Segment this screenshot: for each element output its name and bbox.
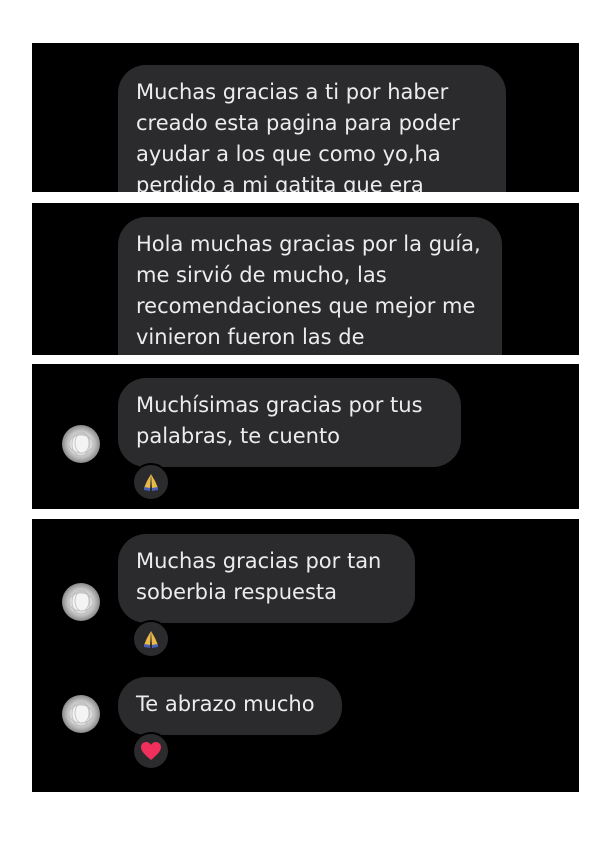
- avatar-scribble-icon: [66, 701, 94, 727]
- avatar[interactable]: [62, 583, 100, 621]
- avatar-scribble-icon: [66, 431, 94, 457]
- reaction-badge[interactable]: [132, 620, 170, 658]
- folded-hands-icon: [144, 474, 158, 491]
- avatar[interactable]: [62, 695, 100, 733]
- screenshot-panel-3: Muchísimas gracias por tus palabras, te …: [32, 364, 579, 509]
- message-bubble[interactable]: Muchísimas gracias por tus palabras, te …: [118, 378, 461, 467]
- message-text: Hola muchas gracias por la guía, me sirv…: [136, 232, 481, 349]
- red-heart-icon: [141, 742, 161, 760]
- message-text: Muchas gracias por tan soberbia respuest…: [136, 549, 382, 604]
- message-bubble[interactable]: Te abrazo mucho: [118, 677, 342, 735]
- message-text: Muchísimas gracias por tus palabras, te …: [136, 393, 423, 448]
- avatar[interactable]: [62, 425, 100, 463]
- avatar-scribble-icon: [66, 589, 94, 615]
- screenshot-panel-2: Hola muchas gracias por la guía, me sirv…: [32, 203, 579, 355]
- message-text: Muchas gracias a ti por haber creado est…: [136, 80, 460, 192]
- screenshot-panel-4: Muchas gracias por tan soberbia respuest…: [32, 519, 579, 792]
- screenshot-panel-1: Muchas gracias a ti por haber creado est…: [32, 43, 579, 192]
- message-text: Te abrazo mucho: [136, 692, 315, 716]
- reaction-badge[interactable]: [132, 463, 170, 501]
- message-bubble[interactable]: Muchas gracias por tan soberbia respuest…: [118, 534, 415, 623]
- message-bubble[interactable]: Muchas gracias a ti por haber creado est…: [118, 65, 506, 192]
- folded-hands-icon: [144, 631, 158, 648]
- reaction-badge[interactable]: [132, 732, 170, 770]
- message-bubble[interactable]: Hola muchas gracias por la guía, me sirv…: [118, 217, 502, 355]
